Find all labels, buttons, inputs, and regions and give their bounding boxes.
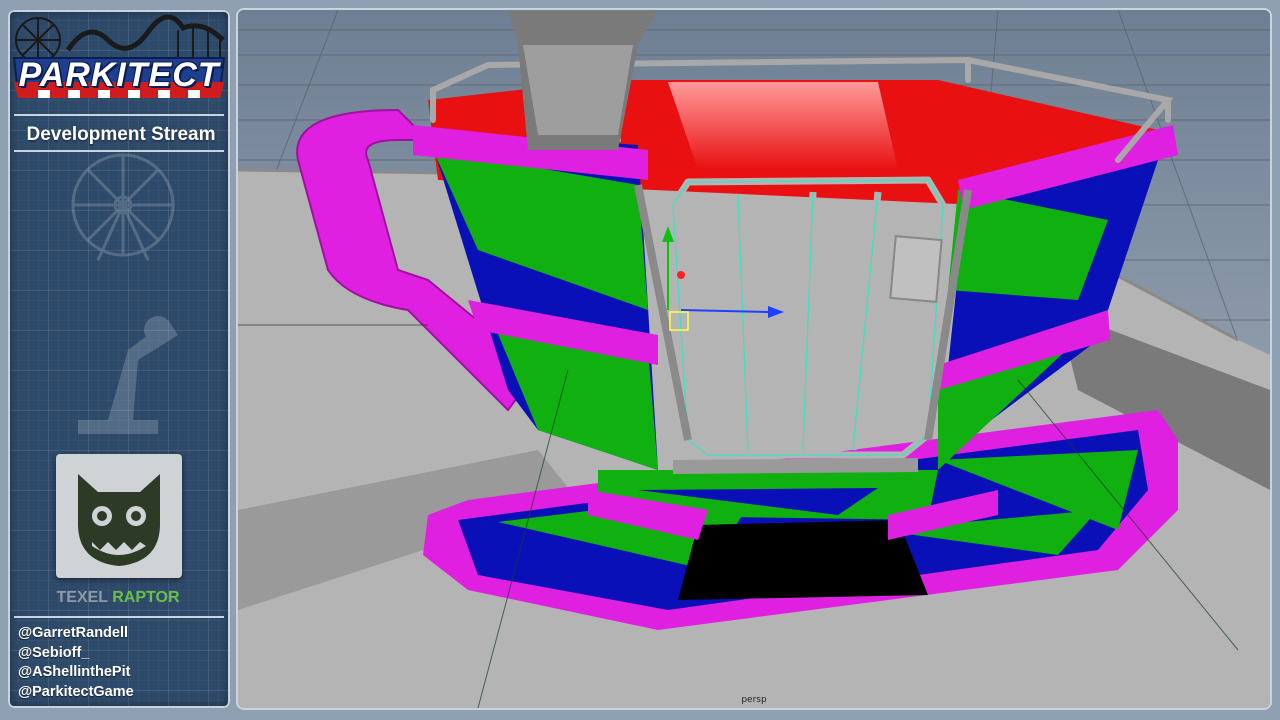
handle-item: @Sebioff_ xyxy=(18,644,90,661)
logo-text: PARKITECT xyxy=(18,56,220,94)
camera-label: persp xyxy=(741,695,767,705)
handle-item: @ParkitectGame xyxy=(18,683,134,700)
parkitect-logo: PARKITECT xyxy=(8,10,230,106)
studio-name-part2: RAPTOR xyxy=(112,589,180,606)
3d-viewport[interactable]: persp xyxy=(238,10,1270,708)
raptor-head-icon xyxy=(56,454,182,578)
ferris-wheel-icon xyxy=(38,150,208,450)
divider xyxy=(14,114,224,116)
sidebar: PARKITECT Development Stream TEXEL RAPTO… xyxy=(8,10,230,708)
divider xyxy=(14,616,224,618)
handle-item: @AShellinthePit xyxy=(18,664,131,680)
studio-name: TEXEL RAPTOR xyxy=(28,589,208,607)
studio-name-part1: TEXEL xyxy=(56,589,108,606)
viewport-scene xyxy=(238,10,1270,708)
handle-item: @GarretRandell xyxy=(18,625,129,641)
social-handles: @GarretRandell @Sebioff_ @AShellinthePit… xyxy=(18,624,134,702)
stream-title: Development Stream xyxy=(26,124,216,145)
